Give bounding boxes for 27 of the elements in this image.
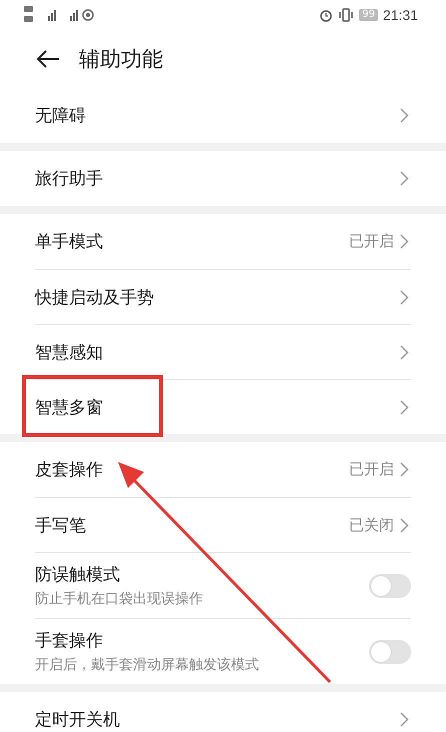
setting-description: 开启后，戴手套滑动屏幕触发该模式	[35, 656, 259, 674]
page-title: 辅助功能	[79, 46, 163, 73]
toggle-switch[interactable]	[369, 640, 411, 664]
setting-description: 防止手机在口袋出现误操作	[35, 590, 203, 608]
vibrate-icon	[338, 8, 354, 22]
settings-item[interactable]: 智慧感知	[35, 324, 411, 379]
settings-item[interactable]: 手写笔 已关闭	[35, 497, 411, 552]
chevron-icon	[400, 462, 409, 477]
chevron-icon	[400, 108, 409, 123]
battery-level: 99	[359, 9, 378, 21]
chevron-icon	[400, 290, 409, 304]
setting-label: 防误触模式	[35, 564, 121, 586]
chevron-icon	[400, 400, 409, 414]
setting-label: 手套操作	[35, 630, 104, 652]
settings-item[interactable]: 皮套操作 已开启	[35, 442, 411, 497]
alarm-icon	[319, 8, 334, 22]
toggle-switch[interactable]	[369, 574, 411, 598]
back-icon[interactable]	[35, 49, 61, 69]
settings-item[interactable]: 智慧多窗	[35, 379, 411, 434]
chevron-icon	[400, 712, 409, 727]
chevron-icon	[400, 344, 409, 360]
chevron-icon	[400, 518, 409, 532]
clock-time: 21:31	[382, 7, 418, 23]
settings-item[interactable]: 快捷启动及手势	[35, 269, 411, 324]
settings-item[interactable]: 单手模式 已开启	[35, 214, 411, 269]
chevron-icon	[400, 234, 409, 249]
chevron-icon	[400, 171, 409, 186]
